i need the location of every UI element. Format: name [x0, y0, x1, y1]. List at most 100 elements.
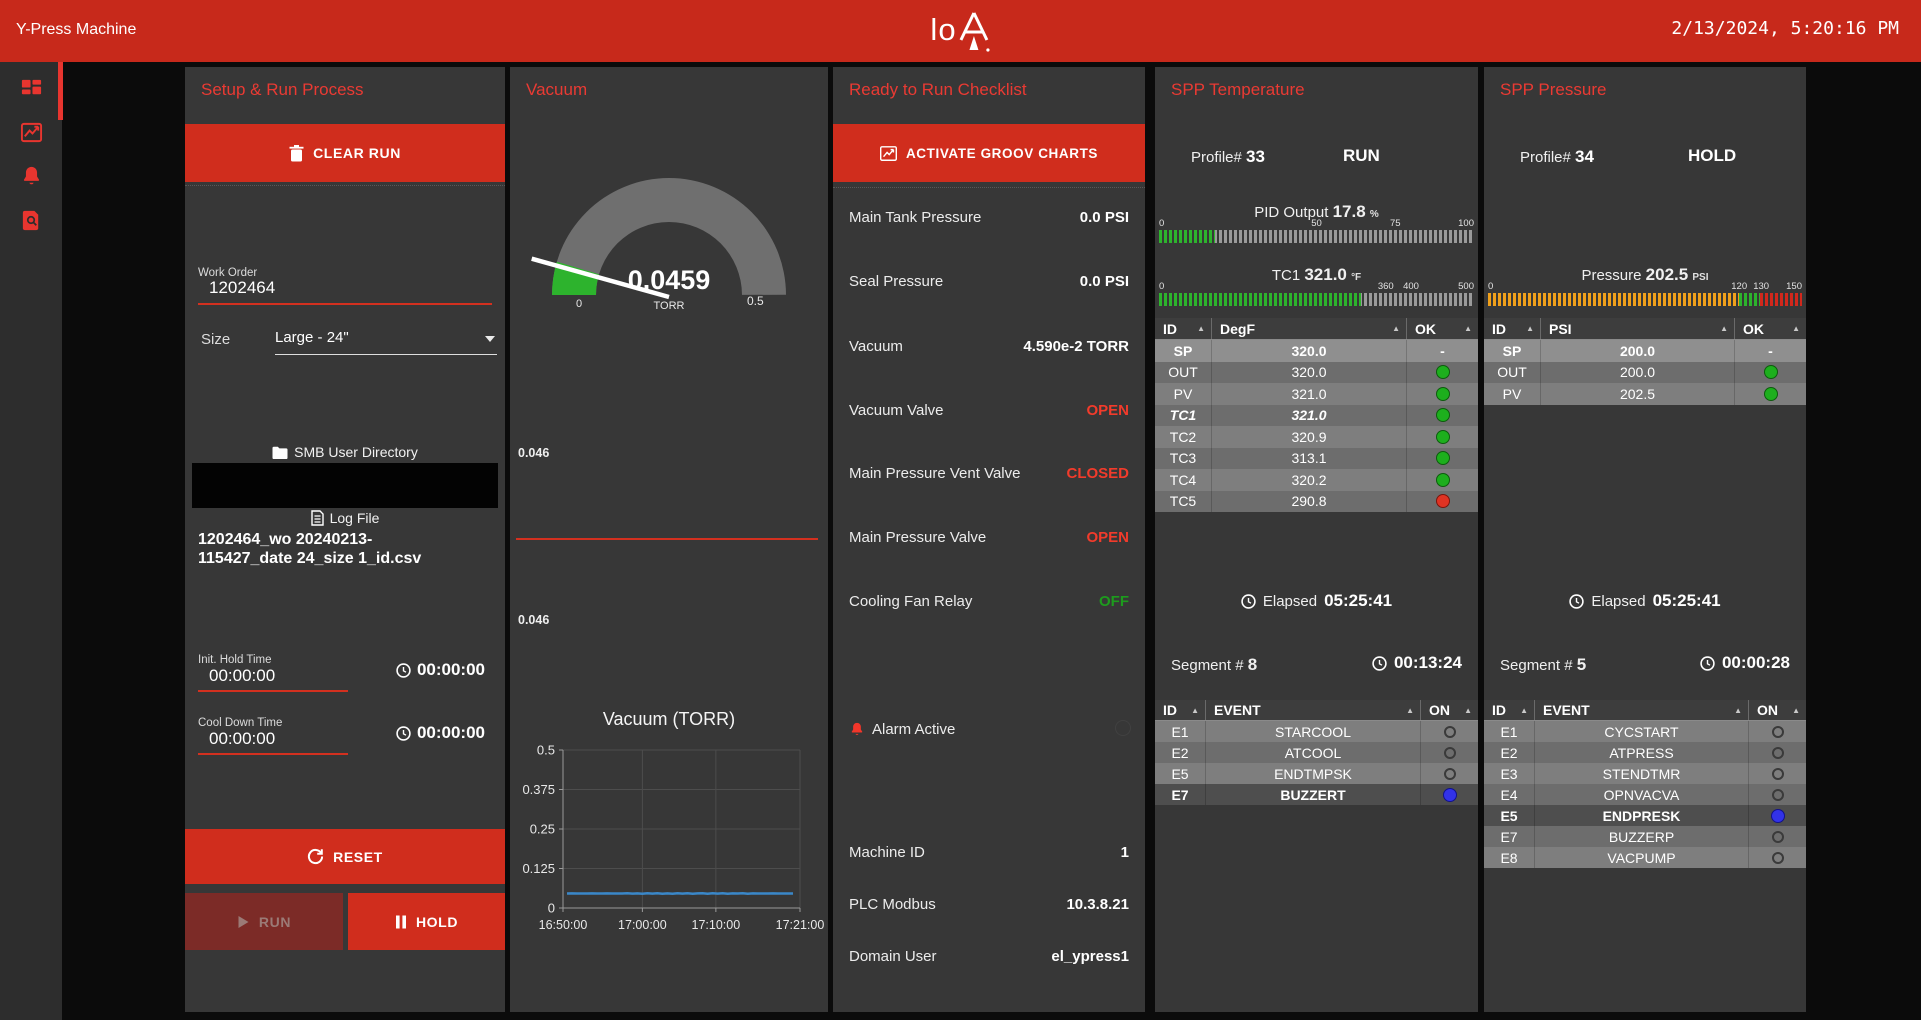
events-header-event[interactable]: EVENT▲	[1205, 700, 1420, 720]
events-header-on[interactable]: ON▲	[1420, 700, 1478, 720]
work-order-input[interactable]	[209, 278, 479, 298]
init-hold-input[interactable]	[209, 666, 329, 686]
cell-event-name: ATCOOL	[1205, 742, 1420, 763]
cell-value: 313.1	[1211, 448, 1406, 470]
led-bar-fill	[1159, 230, 1215, 243]
event-led	[1772, 831, 1784, 843]
info-label: PLC Modbus	[849, 896, 936, 913]
sidebar-nav	[0, 62, 62, 1020]
cell-event-id: E7	[1484, 826, 1534, 847]
cell-value: 320.0	[1211, 340, 1406, 362]
cell-value: 321.0	[1211, 383, 1406, 405]
svg-text:0.125: 0.125	[522, 861, 555, 876]
checklist-value: 0.0 PSI	[1080, 273, 1129, 290]
event-led	[1771, 809, 1785, 823]
event-row: E1 STARCOOL	[1155, 721, 1478, 742]
info-row: Domain User el_ypress1	[833, 948, 1145, 966]
log-file-label: Log File	[185, 510, 505, 526]
checklist-row: Main Pressure Vent Valve CLOSED	[833, 465, 1145, 483]
profile-number: Profile# 33	[1191, 147, 1265, 167]
cell-event-name: BUZZERT	[1205, 784, 1420, 805]
sort-arrow-icon: ▲	[1526, 324, 1534, 333]
cell-ok: -	[1734, 340, 1806, 362]
cell-event-id: E7	[1155, 784, 1205, 805]
checklist-row: Vacuum Valve OPEN	[833, 402, 1145, 420]
status-led	[1764, 365, 1778, 379]
sidebar-item-trends[interactable]	[0, 110, 62, 154]
cell-ok	[1406, 491, 1478, 513]
iot-logo: lo	[930, 7, 990, 53]
bar-tick: 360	[1378, 281, 1394, 292]
status-led	[1436, 430, 1450, 444]
panel-spp-pressure: SPP Pressure Profile# 34 HOLD Pressure 2…	[1484, 67, 1806, 1012]
cell-value: 320.9	[1211, 426, 1406, 448]
document-icon	[311, 510, 324, 526]
checklist-label: Cooling Fan Relay	[849, 593, 972, 610]
bar-tick: 75	[1390, 218, 1401, 229]
run-button[interactable]: RUN	[185, 893, 343, 950]
checklist-label: Seal Pressure	[849, 273, 943, 290]
sidebar-item-dashboard[interactable]	[0, 66, 62, 110]
table-row: OUT 320.0	[1155, 362, 1478, 384]
table-header-row: ID▲ PSI▲ OK▲	[1484, 318, 1806, 340]
activate-groov-charts-button[interactable]: ACTIVATE GROOV CHARTS	[833, 124, 1145, 182]
cool-down-input[interactable]	[209, 729, 329, 749]
checklist-row: Seal Pressure 0.0 PSI	[833, 273, 1145, 291]
cell-event-on	[1748, 826, 1806, 847]
bar-tick: 0	[1488, 281, 1493, 292]
clock-icon	[1241, 594, 1256, 609]
clock-icon	[1569, 594, 1584, 609]
sidebar-item-alarms[interactable]	[0, 154, 62, 198]
size-dropdown-value: Large - 24"	[275, 329, 349, 346]
smb-directory-field[interactable]	[192, 463, 498, 508]
sort-arrow-icon: ▲	[1520, 706, 1528, 715]
hold-button[interactable]: HOLD	[348, 893, 505, 950]
vacuum-readout-bottom: 0.046	[518, 613, 549, 627]
events-header-on[interactable]: ON▲	[1748, 700, 1806, 720]
cell-ok: -	[1406, 340, 1478, 362]
cell-event-id: E5	[1484, 805, 1534, 826]
table-header-ok[interactable]: OK▲	[1406, 318, 1478, 339]
sort-arrow-icon: ▲	[1464, 706, 1472, 715]
led-bar-fill	[1760, 293, 1802, 306]
status-led	[1436, 451, 1450, 465]
cell-id: TC1	[1155, 405, 1211, 427]
checklist-row: Main Pressure Valve OPEN	[833, 529, 1145, 547]
segment-timer: 00:00:28	[1700, 653, 1790, 673]
temperature-table: ID▲ DegF▲ OK▲ SP 320.0 - OUT 320.0 P	[1155, 318, 1478, 512]
clock-icon	[396, 726, 411, 741]
profile-number: Profile# 34	[1520, 147, 1594, 167]
cell-event-id: E4	[1484, 784, 1534, 805]
table-header-psi[interactable]: PSI▲	[1540, 318, 1734, 339]
cell-ok	[1406, 383, 1478, 405]
sidebar-item-event-log[interactable]	[0, 198, 62, 242]
elapsed-time: Elapsed 05:25:41	[1155, 591, 1478, 611]
cell-event-id: E8	[1484, 847, 1534, 868]
event-row: E7 BUZZERT	[1155, 784, 1478, 805]
events-header-event[interactable]: EVENT▲	[1534, 700, 1748, 720]
clock-icon	[1372, 656, 1387, 671]
table-header-degf[interactable]: DegF▲	[1211, 318, 1406, 339]
table-header-id[interactable]: ID▲	[1484, 318, 1540, 339]
bar-tick: 500	[1458, 281, 1474, 292]
events-header-id[interactable]: ID▲	[1155, 700, 1205, 720]
segment-timer: 00:13:24	[1372, 653, 1462, 673]
status-led	[1764, 387, 1778, 401]
reset-button[interactable]: RESET	[185, 829, 505, 884]
events-header-id[interactable]: ID▲	[1484, 700, 1534, 720]
clear-run-button[interactable]: CLEAR RUN	[185, 124, 505, 182]
cell-value: 290.8	[1211, 491, 1406, 513]
event-row: E2 ATCOOL	[1155, 742, 1478, 763]
checklist-value: CLOSED	[1066, 465, 1129, 482]
event-row: E8 VACPUMP	[1484, 847, 1806, 868]
cell-id: OUT	[1155, 362, 1211, 384]
cell-ok	[1406, 405, 1478, 427]
table-header-ok[interactable]: OK▲	[1734, 318, 1806, 339]
table-row: TC3 313.1	[1155, 448, 1478, 470]
cell-ok	[1734, 383, 1806, 405]
cell-event-name: ENDTMPSK	[1205, 763, 1420, 784]
size-dropdown[interactable]: Large - 24"	[275, 329, 497, 357]
table-header-id[interactable]: ID▲	[1155, 318, 1211, 339]
info-row: PLC Modbus 10.3.8.21	[833, 896, 1145, 914]
event-led	[1443, 788, 1457, 802]
